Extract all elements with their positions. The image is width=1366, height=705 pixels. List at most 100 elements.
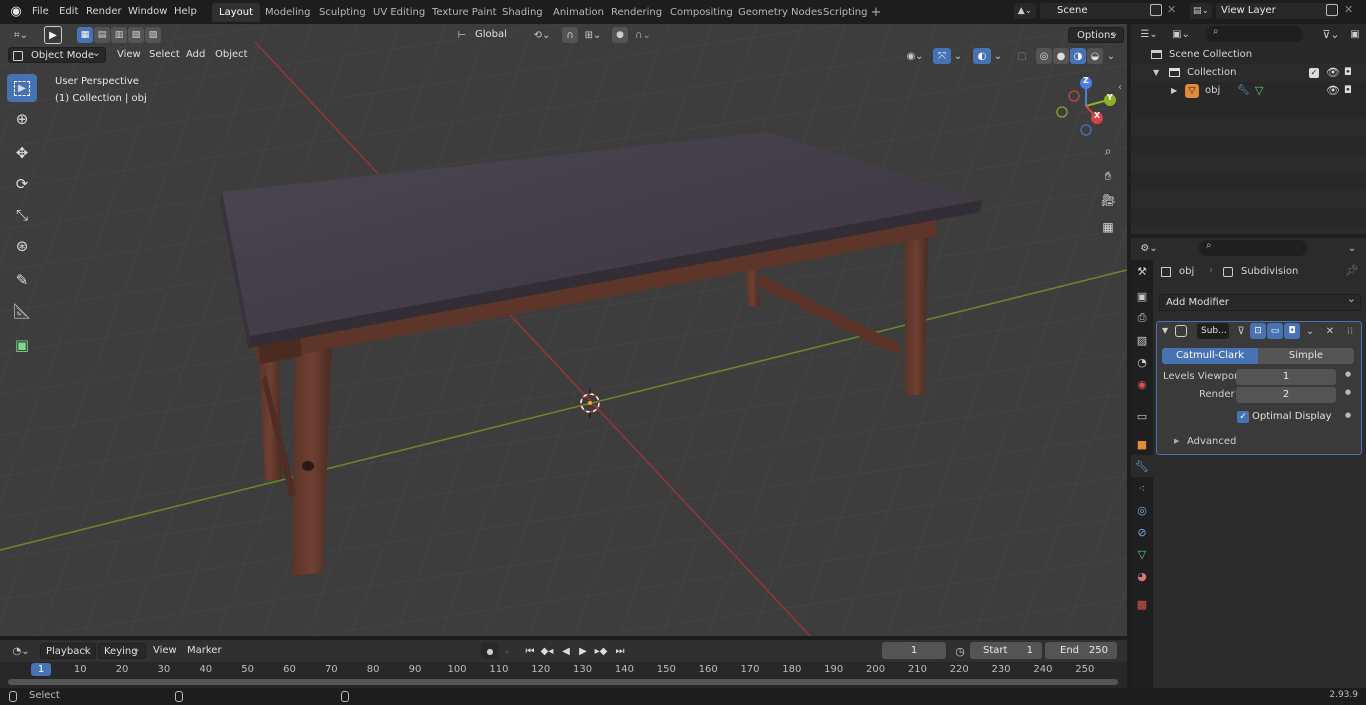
playback-dropdown[interactable]: Playback bbox=[40, 641, 96, 659]
camera-icon[interactable]: ◘ bbox=[1344, 82, 1352, 100]
play-reverse-icon[interactable]: ◀ bbox=[558, 643, 574, 659]
gizmo-dropdown-icon[interactable]: ⌄ bbox=[952, 48, 964, 64]
timeline-ruler[interactable]: 10 20 30 40 50 60 70 80 90 100 110 120 130 140 150 160 1… bbox=[0, 662, 1127, 688]
eye-icon[interactable]: 👁︎ bbox=[1326, 64, 1340, 82]
timeline-scrollbar[interactable] bbox=[8, 679, 1118, 685]
tab-uv-editing[interactable]: UV Editing bbox=[366, 3, 432, 22]
orientation-dropdown[interactable]: Global bbox=[470, 27, 524, 43]
clock-icon[interactable]: ◷ bbox=[953, 643, 967, 659]
perspective-toggle-icon[interactable]: ▦ bbox=[1097, 216, 1119, 238]
timeline-marker-menu[interactable]: Marker bbox=[182, 643, 227, 659]
collapse-arrow-icon[interactable]: ▼ bbox=[1162, 326, 1168, 335]
jump-start-icon[interactable]: ⏮ bbox=[522, 643, 538, 659]
keyframe-dot-icon[interactable]: ● bbox=[1345, 411, 1351, 419]
options-dropdown[interactable]: Options bbox=[1068, 25, 1124, 43]
select-tool-icon[interactable]: ▶ bbox=[44, 26, 62, 44]
3d-viewport[interactable]: Z Y X ⌗⌄ ▶ ▦ ▤ ▥ ▧ ▨ ⊢ Global ⟲⌄ ∩ ⊞⌄ ● … bbox=[0, 24, 1127, 636]
select-mode-subtract-icon[interactable]: ▥ bbox=[111, 27, 127, 43]
tab-geometry-nodes[interactable]: Geometry Nodes bbox=[731, 3, 829, 22]
remove-modifier-icon[interactable]: ✕ bbox=[1323, 323, 1337, 339]
gizmo-toggle-icon[interactable]: ⤧ bbox=[933, 48, 951, 64]
shading-solid-icon[interactable]: ● bbox=[1053, 48, 1069, 64]
auto-keying-icon[interactable]: ● bbox=[481, 643, 499, 659]
select-box-tool[interactable]: ▶ bbox=[7, 74, 37, 102]
overlay-dropdown-icon[interactable]: ⌄ bbox=[992, 48, 1004, 64]
menu-select[interactable]: Select bbox=[144, 47, 185, 63]
properties-options-icon[interactable]: ⌄ bbox=[1343, 240, 1361, 256]
scene-selector[interactable]: ▲⌄ Scene ✕ bbox=[1012, 2, 1182, 20]
shading-material-icon[interactable]: ◑ bbox=[1070, 48, 1086, 64]
material-tab-icon[interactable]: ◕ bbox=[1131, 565, 1153, 587]
current-frame-field[interactable]: 1 bbox=[882, 642, 946, 659]
move-tool[interactable]: ✥ bbox=[7, 139, 37, 167]
shading-wireframe-icon[interactable]: ◎ bbox=[1036, 48, 1052, 64]
keyframe-dot-icon[interactable]: ● bbox=[1345, 370, 1351, 378]
mesh-data-icon[interactable]: ▽ bbox=[1255, 82, 1263, 100]
scale-tool[interactable]: ⤡ bbox=[7, 201, 37, 229]
zoom-icon[interactable]: ⌕ bbox=[1097, 140, 1119, 162]
properties-search-input[interactable] bbox=[1199, 240, 1307, 256]
jump-end-icon[interactable]: ⏭ bbox=[612, 643, 628, 659]
editor-type-icon[interactable]: ⌗⌄ bbox=[8, 27, 34, 43]
outliner-editor-icon[interactable]: ☰⌄ bbox=[1137, 26, 1161, 42]
outliner-search-input[interactable] bbox=[1205, 26, 1303, 42]
outliner-row-scene-collection[interactable]: Scene Collection bbox=[1131, 46, 1366, 64]
cursor-tool[interactable]: ⊕ bbox=[7, 105, 37, 133]
outliner-row-collection[interactable]: ▼ Collection ✓ 👁︎ ◘ bbox=[1131, 64, 1366, 82]
camera-icon[interactable]: ◘ bbox=[1344, 64, 1352, 82]
view-layer-tab-icon[interactable]: ▨ bbox=[1131, 329, 1153, 351]
measure-tool[interactable]: 📐︎ bbox=[7, 297, 37, 325]
properties-editor-icon[interactable]: ⚙⌄ bbox=[1137, 240, 1161, 256]
menu-object[interactable]: Object bbox=[210, 47, 253, 63]
exclude-checkbox[interactable]: ✓ bbox=[1309, 68, 1319, 78]
menu-add[interactable]: Add bbox=[181, 47, 210, 63]
snap-target-icon[interactable]: ⊞⌄ bbox=[580, 27, 606, 43]
tab-compositing[interactable]: Compositing bbox=[663, 3, 740, 22]
view-layer-selector[interactable]: ▤⌄ View Layer ✕ bbox=[1188, 2, 1364, 20]
timeline-editor-icon[interactable]: ◔⌄ bbox=[8, 643, 34, 659]
copy-scene-icon[interactable] bbox=[1150, 4, 1162, 16]
texture-tab-icon[interactable]: ▩ bbox=[1131, 593, 1153, 615]
expand-arrow-icon[interactable]: ▶ bbox=[1171, 82, 1177, 100]
visibility-icon[interactable]: ◉⌄ bbox=[902, 48, 928, 64]
shading-rendered-icon[interactable]: ◒ bbox=[1087, 48, 1103, 64]
render-tab-icon[interactable]: ▣ bbox=[1131, 285, 1153, 307]
menu-window[interactable]: Window bbox=[122, 3, 173, 20]
viewport-toggle-icon[interactable]: ▭ bbox=[1267, 323, 1283, 339]
menu-help[interactable]: Help bbox=[168, 3, 203, 20]
tool-tab-icon[interactable]: ⚒ bbox=[1131, 260, 1153, 282]
output-tab-icon[interactable]: ⎙ bbox=[1131, 307, 1153, 329]
play-icon[interactable]: ▶ bbox=[575, 643, 591, 659]
outliner-row-obj[interactable]: ▶ ▽ obj 🔧︎ ▽ 👁︎ ◘ bbox=[1131, 82, 1366, 100]
tab-rendering[interactable]: Rendering bbox=[604, 3, 669, 22]
cage-toggle-icon[interactable]: ⊡ bbox=[1250, 323, 1266, 339]
particles-tab-icon[interactable]: ⁖ bbox=[1131, 477, 1153, 499]
drag-handle-icon[interactable]: ⁞⁞ bbox=[1343, 323, 1357, 339]
object-tab-icon[interactable]: ■ bbox=[1131, 433, 1153, 455]
annotate-tool[interactable]: ✎ bbox=[7, 266, 37, 294]
new-collection-icon[interactable]: ▣ bbox=[1347, 26, 1363, 42]
collection-tab-icon[interactable]: ▭ bbox=[1131, 405, 1153, 427]
modifier-tab-icon[interactable]: 🔧︎ bbox=[1131, 455, 1153, 477]
view-layer-field[interactable]: View Layer bbox=[1216, 3, 1336, 19]
start-frame-field[interactable]: Start 1 bbox=[970, 642, 1042, 659]
overlay-toggle-icon[interactable]: ◐ bbox=[973, 48, 991, 64]
menu-view[interactable]: View bbox=[112, 47, 146, 63]
collapse-arrow-icon[interactable]: ▼ bbox=[1153, 64, 1159, 82]
add-cube-tool[interactable]: ▣ bbox=[7, 331, 37, 359]
tab-texture-paint[interactable]: Texture Paint bbox=[425, 3, 504, 22]
shading-dropdown-icon[interactable]: ⌄ bbox=[1105, 48, 1117, 64]
select-mode-extend-icon[interactable]: ▤ bbox=[94, 27, 110, 43]
select-mode-new-icon[interactable]: ▦ bbox=[77, 27, 93, 43]
prev-keyframe-icon[interactable]: ◆◂ bbox=[539, 643, 555, 659]
eye-icon[interactable]: 👁︎ bbox=[1326, 82, 1340, 100]
camera-view-icon[interactable]: 🎥︎ bbox=[1097, 189, 1119, 211]
render-levels-field[interactable]: 2 bbox=[1236, 387, 1336, 403]
tab-sculpting[interactable]: Sculpting bbox=[312, 3, 373, 22]
pan-hand-icon[interactable]: ✋︎ bbox=[1097, 165, 1119, 187]
data-tab-icon[interactable]: ▽ bbox=[1131, 543, 1153, 565]
close-view-layer-icon[interactable]: ✕ bbox=[1344, 3, 1353, 16]
simple-button[interactable]: Simple bbox=[1258, 348, 1354, 364]
menu-file[interactable]: File bbox=[26, 3, 55, 20]
playhead[interactable]: 1 bbox=[31, 663, 51, 676]
